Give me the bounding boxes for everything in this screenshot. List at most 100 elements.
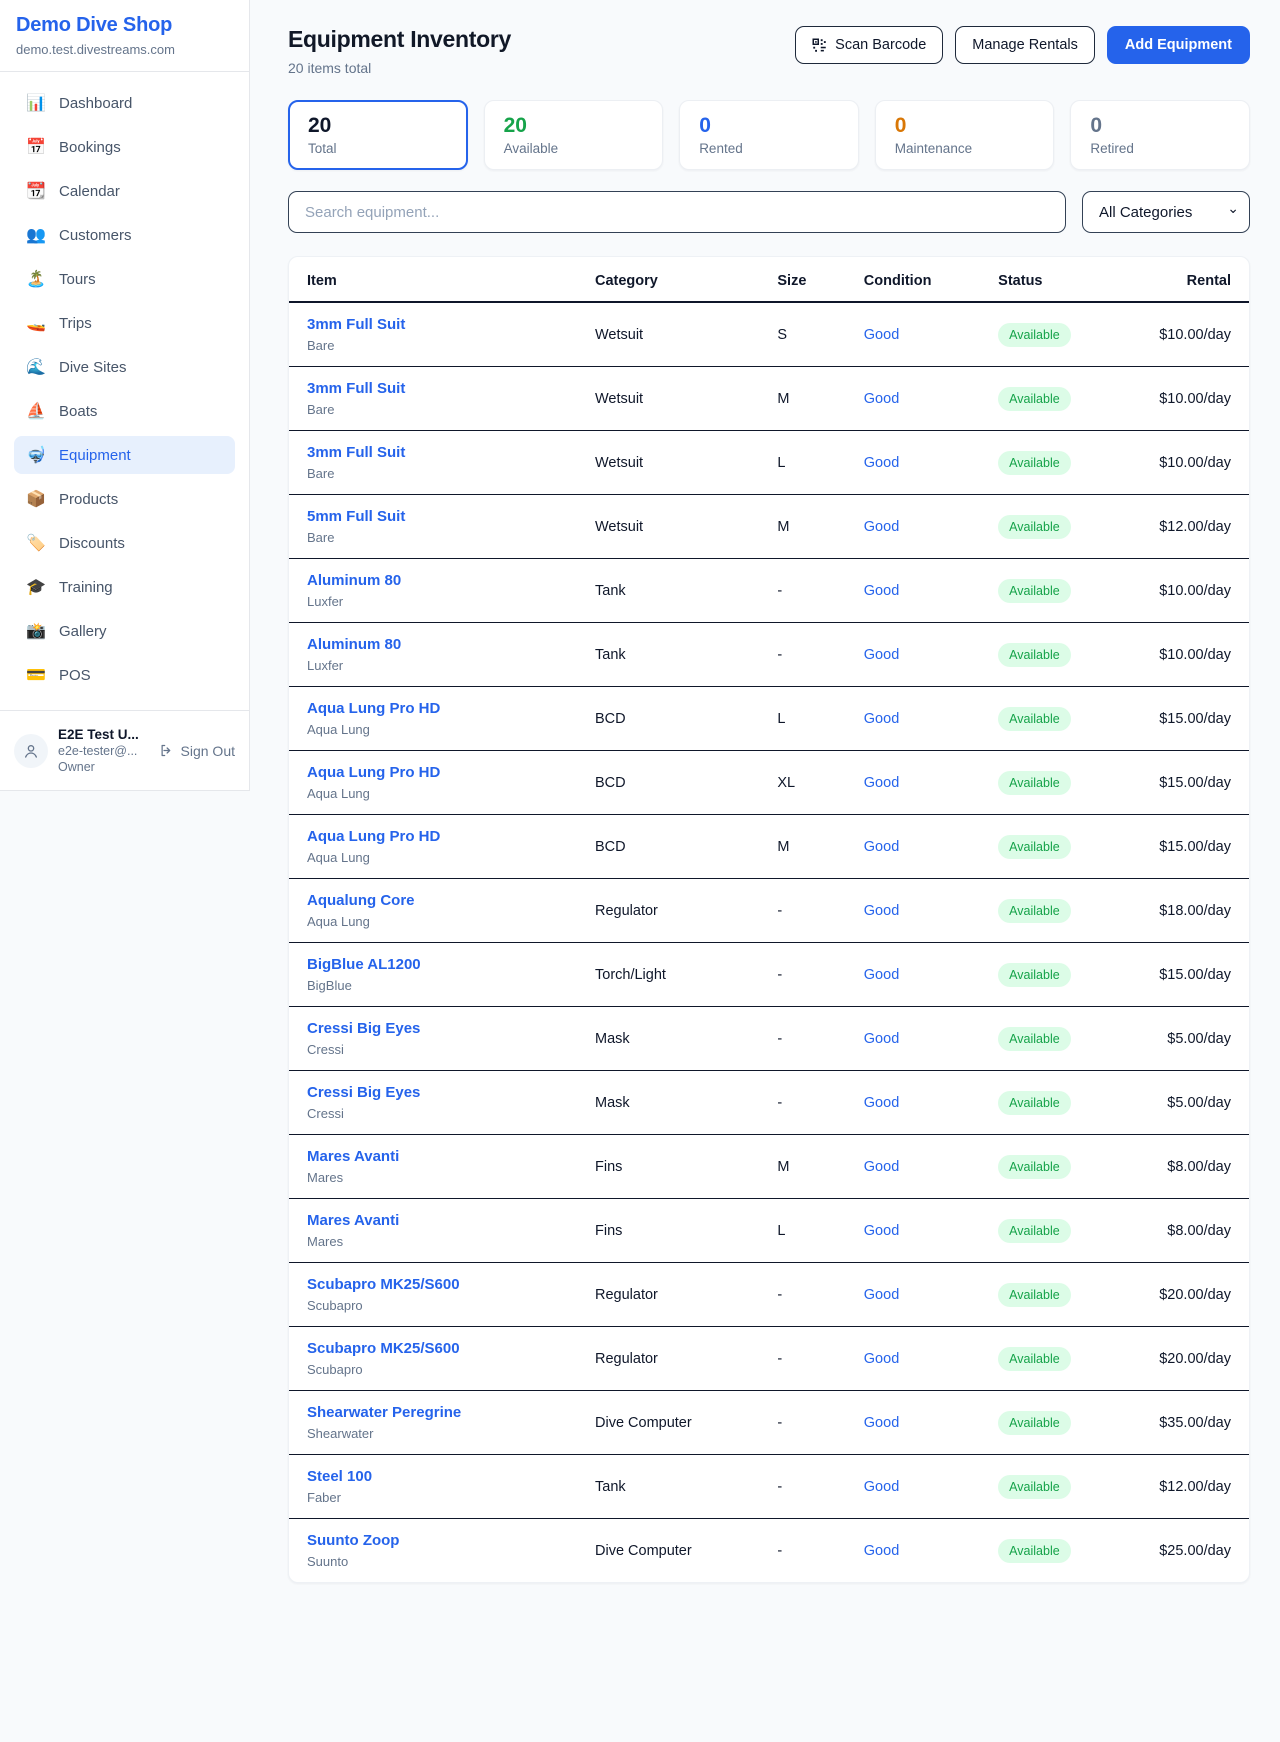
condition-link[interactable]: Good	[864, 1415, 899, 1431]
condition-link[interactable]: Good	[864, 1479, 899, 1495]
condition-link[interactable]: Good	[864, 967, 899, 983]
item-name-link[interactable]: Suunto Zoop	[307, 1532, 399, 1549]
col-header-rental: Rental	[1139, 257, 1249, 302]
condition-link[interactable]: Good	[864, 775, 899, 791]
condition-cell: Good	[846, 559, 980, 623]
condition-link[interactable]: Good	[864, 1223, 899, 1239]
sidebar-item[interactable]: 🚤 Trips	[14, 304, 235, 342]
sidebar-item-label: Dashboard	[59, 95, 132, 112]
category-cell: Dive Computer	[577, 1519, 759, 1583]
rental-cell: $10.00/day	[1139, 623, 1249, 687]
condition-link[interactable]: Good	[864, 903, 899, 919]
sidebar-item-label: Tours	[59, 271, 96, 288]
sidebar-item[interactable]: 🎓 Training	[14, 568, 235, 606]
table-row: Aluminum 80 Luxfer Tank - Good Available…	[289, 559, 1249, 623]
item-name-link[interactable]: Aqua Lung Pro HD	[307, 700, 440, 717]
item-name-link[interactable]: Cressi Big Eyes	[307, 1020, 420, 1037]
item-name-link[interactable]: Steel 100	[307, 1468, 372, 1485]
item-brand: Mares	[307, 1234, 559, 1249]
item-name-link[interactable]: Scubapro MK25/S600	[307, 1276, 460, 1293]
scan-barcode-button[interactable]: Scan Barcode	[795, 26, 943, 64]
condition-cell: Good	[846, 1135, 980, 1199]
item-cell: Suunto Zoop Suunto	[289, 1519, 577, 1583]
condition-link[interactable]: Good	[864, 519, 899, 535]
stat-card[interactable]: 0 Rented	[679, 100, 859, 170]
condition-link[interactable]: Good	[864, 1095, 899, 1111]
sidebar-item[interactable]: 🏷️ Discounts	[14, 524, 235, 562]
item-brand: Aqua Lung	[307, 914, 559, 929]
item-name-link[interactable]: 3mm Full Suit	[307, 380, 405, 397]
item-brand: Shearwater	[307, 1426, 559, 1441]
item-name-link[interactable]: Aluminum 80	[307, 572, 401, 589]
size-cell: -	[759, 943, 845, 1007]
sidebar-item[interactable]: 💳 POS	[14, 656, 235, 694]
category-filter-select[interactable]: All Categories	[1082, 191, 1250, 233]
status-cell: Available	[980, 1135, 1138, 1199]
sidebar-item[interactable]: 📆 Calendar	[14, 172, 235, 210]
manage-rentals-button[interactable]: Manage Rentals	[955, 26, 1095, 64]
search-input[interactable]	[288, 191, 1066, 233]
condition-link[interactable]: Good	[864, 327, 899, 343]
item-name-link[interactable]: 5mm Full Suit	[307, 508, 405, 525]
sidebar-item[interactable]: 📊 Dashboard	[14, 84, 235, 122]
status-cell: Available	[980, 1455, 1138, 1519]
condition-cell: Good	[846, 943, 980, 1007]
size-cell: -	[759, 1455, 845, 1519]
condition-cell: Good	[846, 1071, 980, 1135]
sidebar-item[interactable]: 📸 Gallery	[14, 612, 235, 650]
sign-out-button[interactable]: Sign Out	[159, 743, 235, 759]
stat-card[interactable]: 0 Retired	[1070, 100, 1250, 170]
sidebar-item[interactable]: ⛵ Boats	[14, 392, 235, 430]
items-total: 20 items total	[288, 60, 511, 76]
condition-link[interactable]: Good	[864, 1351, 899, 1367]
status-cell: Available	[980, 943, 1138, 1007]
add-equipment-button[interactable]: Add Equipment	[1107, 26, 1250, 64]
table-row: Suunto Zoop Suunto Dive Computer - Good …	[289, 1519, 1249, 1583]
item-name-link[interactable]: Aqua Lung Pro HD	[307, 764, 440, 781]
shop-name: Demo Dive Shop	[16, 14, 233, 37]
condition-link[interactable]: Good	[864, 839, 899, 855]
condition-link[interactable]: Good	[864, 1543, 899, 1559]
table-row: Mares Avanti Mares Fins M Good Available…	[289, 1135, 1249, 1199]
item-name-link[interactable]: BigBlue AL1200	[307, 956, 421, 973]
stat-card[interactable]: 20 Available	[484, 100, 664, 170]
size-cell: S	[759, 302, 845, 367]
item-name-link[interactable]: Aluminum 80	[307, 636, 401, 653]
condition-link[interactable]: Good	[864, 455, 899, 471]
item-name-link[interactable]: 3mm Full Suit	[307, 316, 405, 333]
table-row: Steel 100 Faber Tank - Good Available $1…	[289, 1455, 1249, 1519]
item-name-link[interactable]: Shearwater Peregrine	[307, 1404, 461, 1421]
condition-link[interactable]: Good	[864, 1287, 899, 1303]
condition-link[interactable]: Good	[864, 1031, 899, 1047]
condition-link[interactable]: Good	[864, 583, 899, 599]
condition-cell: Good	[846, 879, 980, 943]
item-name-link[interactable]: Scubapro MK25/S600	[307, 1340, 460, 1357]
condition-cell: Good	[846, 623, 980, 687]
item-cell: 3mm Full Suit Bare	[289, 302, 577, 367]
item-name-link[interactable]: Mares Avanti	[307, 1212, 399, 1229]
item-name-link[interactable]: Mares Avanti	[307, 1148, 399, 1165]
sidebar-item[interactable]: 📅 Bookings	[14, 128, 235, 166]
sidebar-item[interactable]: 🤿 Equipment	[14, 436, 235, 474]
condition-link[interactable]: Good	[864, 711, 899, 727]
item-name-link[interactable]: Aqua Lung Pro HD	[307, 828, 440, 845]
stat-card[interactable]: 0 Maintenance	[875, 100, 1055, 170]
barcode-icon	[812, 38, 827, 53]
item-name-link[interactable]: Aqualung Core	[307, 892, 415, 909]
item-name-link[interactable]: Cressi Big Eyes	[307, 1084, 420, 1101]
item-name-link[interactable]: 3mm Full Suit	[307, 444, 405, 461]
sidebar-item[interactable]: 🌊 Dive Sites	[14, 348, 235, 386]
rental-cell: $12.00/day	[1139, 495, 1249, 559]
size-cell: -	[759, 623, 845, 687]
category-cell: Fins	[577, 1135, 759, 1199]
condition-link[interactable]: Good	[864, 647, 899, 663]
sidebar-item[interactable]: 👥 Customers	[14, 216, 235, 254]
stat-card[interactable]: 20 Total	[288, 100, 468, 170]
condition-link[interactable]: Good	[864, 1159, 899, 1175]
sidebar-item-icon: 🤿	[26, 445, 46, 465]
rental-cell: $35.00/day	[1139, 1391, 1249, 1455]
category-cell: Regulator	[577, 1327, 759, 1391]
condition-link[interactable]: Good	[864, 391, 899, 407]
sidebar-item[interactable]: 📦 Products	[14, 480, 235, 518]
sidebar-item[interactable]: 🏝️ Tours	[14, 260, 235, 298]
